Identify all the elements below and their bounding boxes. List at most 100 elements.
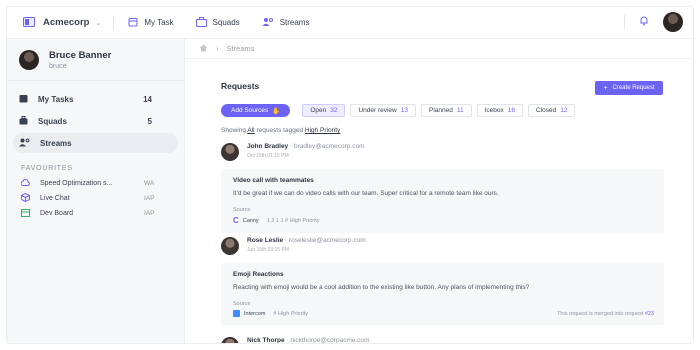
favourite-label: Speed Optimization s... <box>40 180 113 187</box>
briefcase-icon <box>19 115 28 127</box>
nav-label: Streams <box>279 18 310 27</box>
requester-name: Rose Leslie <box>247 237 284 244</box>
avatar <box>221 143 239 161</box>
source-meta: 1 2 1 1 # High Priority <box>266 217 320 224</box>
cloud-icon <box>20 178 30 188</box>
briefcase-icon <box>195 16 207 29</box>
request-item[interactable]: Nick Thorpe · nickthorpe@corpacme.com <box>221 337 664 344</box>
calendar-icon <box>19 94 28 105</box>
avatar <box>221 337 239 343</box>
nav-my-task[interactable]: My Task <box>128 17 174 29</box>
request-body: Reacting with emoji would be a cool addi… <box>233 284 530 291</box>
sidebar-item-label: Streams <box>40 138 72 148</box>
favourite-speed-optimization[interactable]: Speed Optimization s... WA <box>7 176 184 191</box>
filter-label: Under review <box>358 107 397 114</box>
board-icon <box>21 208 30 219</box>
users-icon <box>19 138 30 149</box>
nav-squads[interactable]: Squads <box>195 16 240 29</box>
favourite-dev-board[interactable]: Dev Board IAP <box>7 206 184 221</box>
breadcrumb-current: Streams <box>226 44 255 53</box>
main-content: › Streams Requests + Create Request Add … <box>185 39 693 344</box>
request-item[interactable]: Rose Leslie · roseleslie@acmecorp.com Ju… <box>221 237 664 325</box>
cube-icon <box>21 192 30 204</box>
page-title: Requests <box>221 81 260 91</box>
showing-all-link[interactable]: All <box>247 127 254 134</box>
profile-handle: bruce <box>49 62 67 70</box>
source-label: Source <box>233 207 251 213</box>
showing-mid: requests tagged <box>256 127 304 134</box>
canny-icon: C <box>233 216 239 225</box>
nav-label: Squads <box>212 18 240 27</box>
favourite-label: Live Chat <box>40 195 70 202</box>
filter-closed[interactable]: Closed 12 <box>527 104 576 117</box>
filter-label: Planned <box>428 107 453 114</box>
org-name: Acmecorp <box>43 17 90 28</box>
profile-card[interactable]: Bruce Banner bruce <box>7 39 184 81</box>
favourites-heading: FAVOURITES <box>21 165 73 172</box>
sidebar-item-label: My Tasks <box>38 94 74 104</box>
requester-email: · bradley@acmecorp.com <box>290 143 365 150</box>
filter-count: 16 <box>507 107 515 114</box>
showing-tag-link[interactable]: High Priority <box>305 127 340 134</box>
favourite-label: Dev Board <box>40 210 74 217</box>
bell-icon[interactable] <box>639 13 649 31</box>
merged-ref-link[interactable]: #23 <box>645 311 654 317</box>
filter-count: 13 <box>400 107 408 114</box>
add-sources-label: Add Sources <box>231 107 269 114</box>
favourite-live-chat[interactable]: Live Chat IAP <box>7 191 184 206</box>
request-card[interactable]: Video call with teammates It'd be great … <box>221 169 664 233</box>
request-title: Video call with teammates <box>233 177 314 184</box>
sidebar-item-label: Squads <box>38 116 67 126</box>
favourite-tag: IAP <box>144 210 155 217</box>
sidebar-item-squads[interactable]: Squads 5 <box>13 111 178 131</box>
source-label: Source <box>233 301 251 307</box>
request-card[interactable]: Emoji Reactions Reacting with emoji woul… <box>221 263 664 325</box>
merged-note: This request is merged into request #23 <box>557 311 654 317</box>
sidebar-item-count: 5 <box>147 116 152 126</box>
requester-name: John Bradley <box>247 143 289 150</box>
favourite-tag: IAP <box>144 195 155 202</box>
filter-icebox[interactable]: Icebox 16 <box>476 104 523 117</box>
divider <box>113 15 115 30</box>
sidebar-item-streams[interactable]: Streams <box>13 133 178 153</box>
create-request-button[interactable]: + Create Request <box>595 81 663 95</box>
source-name: Canny <box>242 217 259 224</box>
top-right-controls <box>624 12 683 32</box>
home-icon[interactable] <box>199 44 208 54</box>
avatar <box>19 49 39 70</box>
filter-label: Closed <box>535 107 557 114</box>
request-time: Oct 15th,01:15 PM <box>247 153 289 159</box>
divider <box>624 15 625 29</box>
hand-pointer-icon: ✋ <box>272 107 281 115</box>
profile-name: Bruce Banner <box>49 49 112 61</box>
requester-email: · nickthorpe@corpacme.com <box>286 337 370 344</box>
nav-label: My Task <box>144 18 174 27</box>
user-avatar[interactable] <box>663 12 683 32</box>
users-icon <box>262 17 274 29</box>
sidebar-item-count: 14 <box>143 94 152 104</box>
request-item[interactable]: John Bradley · bradley@acmecorp.com Oct … <box>221 143 664 233</box>
request-body: It'd be great if we can do video calls w… <box>233 190 499 197</box>
create-request-label: Create Request <box>612 85 655 91</box>
filter-planned[interactable]: Planned 11 <box>420 104 472 117</box>
favourite-tag: WA <box>144 180 155 187</box>
filter-open[interactable]: Open 32 <box>302 104 346 117</box>
showing-summary: Showing All requests tagged High Priorit… <box>221 127 340 134</box>
chevron-down-icon: ⌄ <box>95 19 102 27</box>
source-meta: # High Priority <box>273 310 308 317</box>
breadcrumb: › Streams <box>185 39 693 59</box>
add-sources-button[interactable]: Add Sources ✋ <box>221 104 291 117</box>
filter-label: Icebox <box>484 107 504 114</box>
filter-under-review[interactable]: Under review 13 <box>350 104 416 117</box>
merged-text: This request is merged into request <box>557 311 644 317</box>
source-name: Intercom <box>244 310 266 317</box>
calendar-icon <box>128 17 138 29</box>
request-title: Emoji Reactions <box>233 271 284 278</box>
org-switcher[interactable]: Acmecorp ⌄ <box>23 14 101 32</box>
top-bar: Acmecorp ⌄ My Task Squads Streams <box>7 7 693 39</box>
filter-count: 11 <box>456 107 464 114</box>
org-logo-icon <box>23 14 35 32</box>
plus-icon: + <box>603 84 608 92</box>
sidebar-item-my-tasks[interactable]: My Tasks 14 <box>13 89 178 109</box>
nav-streams[interactable]: Streams <box>262 17 310 29</box>
